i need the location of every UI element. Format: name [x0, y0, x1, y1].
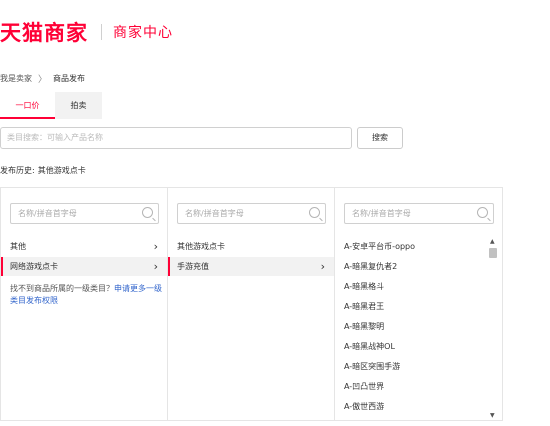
tab-bar: 一口价 拍卖	[0, 92, 550, 119]
category-item-online-game-card[interactable]: 网络游戏点卡 ›	[1, 257, 167, 276]
category-column-1: 名称/拼音首字母 其他 › 网络游戏点卡 › 找不到商品所属的一级类目？申请更多…	[1, 188, 168, 420]
breadcrumb-root[interactable]: 我是卖家	[0, 73, 32, 84]
scroll-up-arrow-icon[interactable]: ▲	[490, 238, 495, 245]
column-2-filter-placeholder: 名称/拼音首字母	[185, 209, 244, 218]
logo: 天猫商家 商家中心	[0, 18, 173, 46]
help-note-text: 找不到商品所属的一级类目？	[10, 284, 114, 293]
merchant-center-title: 商家中心	[113, 25, 173, 41]
category-help-note: 找不到商品所属的一级类目？申请更多一级类目发布权限	[10, 283, 162, 307]
scrollbar-thumb[interactable]	[489, 248, 497, 258]
history-link[interactable]: 其他游戏点卡	[38, 166, 86, 175]
tab-auction[interactable]: 拍卖	[55, 92, 102, 119]
tab-fixed-price[interactable]: 一口价	[0, 92, 55, 119]
column-3-filter-input[interactable]: 名称/拼音首字母	[344, 203, 494, 224]
category-item-mobile-game-recharge[interactable]: 手游充值 ›	[168, 257, 334, 276]
breadcrumb: 我是卖家 〉 商品发布	[0, 72, 85, 85]
breadcrumb-current: 商品发布	[53, 74, 86, 83]
category-column-2: 名称/拼音首字母 其他游戏点卡 手游充值 ›	[168, 188, 335, 420]
list-item[interactable]: A-暗黑黎明	[335, 317, 502, 336]
chevron-right-icon: ›	[153, 260, 158, 273]
list-item[interactable]: A-暗黑复仇者2	[335, 257, 502, 276]
column-3-filter-placeholder: 名称/拼音首字母	[352, 209, 411, 218]
magnifier-icon	[142, 207, 153, 218]
category-search-input[interactable]: 类目搜索：可输入产品名称	[0, 127, 352, 149]
list-item[interactable]: A-暗区突围手游	[335, 357, 502, 376]
magnifier-icon	[309, 207, 320, 218]
category-item-label: 手游充值	[177, 262, 209, 271]
scroll-down-arrow-icon[interactable]: ▼	[490, 412, 495, 419]
list-item[interactable]: A-傲世西游	[335, 397, 502, 416]
chevron-right-icon: ›	[153, 240, 158, 253]
tmall-logo-text: 天猫商家	[0, 21, 88, 45]
list-item[interactable]: A-凹凸世界	[335, 377, 502, 396]
list-item[interactable]: A-暗黑战神OL	[335, 337, 502, 356]
column-3-scrollbar[interactable]: ▲ ▼	[488, 238, 498, 419]
column-1-filter-placeholder: 名称/拼音首字母	[18, 209, 77, 218]
magnifier-icon	[477, 207, 488, 218]
publish-history: 发布历史: 其他游戏点卡	[0, 165, 86, 176]
category-column-3: 名称/拼音首字母 A-安卓平台币-oppo A-暗黑复仇者2 A-暗黑格斗 A-…	[335, 188, 502, 420]
category-selector: 名称/拼音首字母 其他 › 网络游戏点卡 › 找不到商品所属的一级类目？申请更多…	[0, 187, 503, 421]
search-button[interactable]: 搜索	[357, 127, 403, 149]
logo-divider	[101, 24, 102, 40]
breadcrumb-chevron-icon: 〉	[38, 75, 48, 85]
column-2-filter-input[interactable]: 名称/拼音首字母	[177, 203, 326, 224]
list-item[interactable]: A-安卓平台币-oppo	[335, 237, 502, 256]
category-item-other[interactable]: 其他 ›	[1, 237, 167, 256]
category-item-label: 其他游戏点卡	[177, 242, 225, 251]
category-item-other-game-card[interactable]: 其他游戏点卡	[168, 237, 334, 256]
list-item[interactable]: A-暗黑格斗	[335, 277, 502, 296]
list-item[interactable]: A-暗黑君王	[335, 297, 502, 316]
history-label: 发布历史:	[0, 166, 35, 175]
chevron-right-icon: ›	[320, 260, 325, 273]
category-item-label: 网络游戏点卡	[10, 262, 58, 271]
category-item-label: 其他	[10, 242, 26, 251]
column-1-filter-input[interactable]: 名称/拼音首字母	[10, 203, 159, 224]
